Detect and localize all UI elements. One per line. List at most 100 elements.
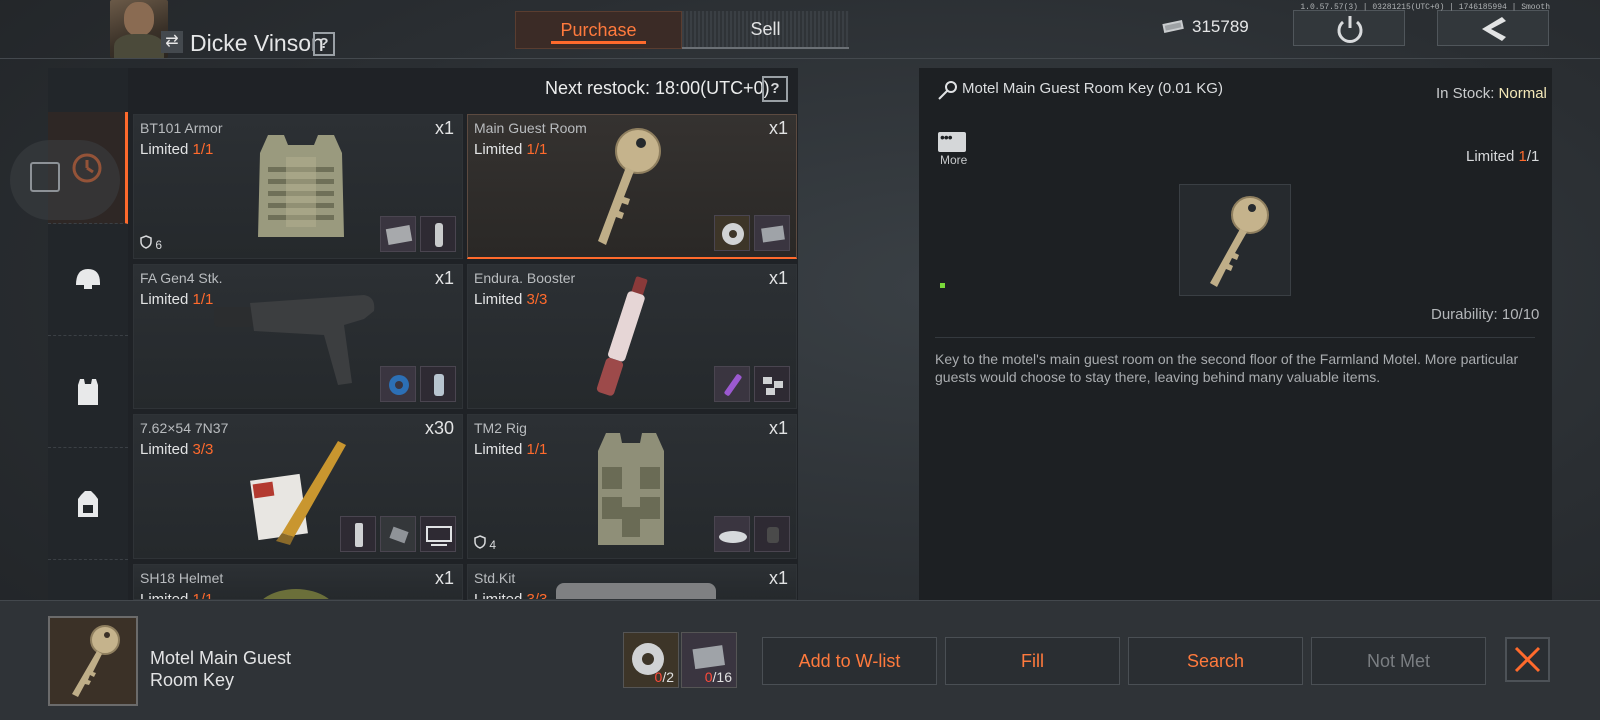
- item-limit: Limited 1/1: [140, 291, 214, 308]
- key-icon: [938, 81, 957, 100]
- detail-divider: [935, 337, 1535, 338]
- item-limit: Limited 3/3: [474, 291, 548, 308]
- item-limit: Limited 1/1: [140, 141, 214, 158]
- item-quantity: x1: [434, 568, 454, 588]
- material-slot: [754, 516, 790, 552]
- item-quantity: x1: [434, 118, 454, 138]
- material-slot: [340, 516, 376, 552]
- fabric-disc-icon: [719, 531, 747, 543]
- item-name: Main Guest Room: [474, 120, 587, 136]
- item-name: Endura. Booster: [474, 270, 576, 286]
- selected-item-name: Motel Main Guest Room Key: [150, 648, 292, 690]
- shop-item-card[interactable]: 7.62×54 7N37 Limited 3/3 x30: [133, 414, 463, 559]
- version-info: 1.0.57.57(3) | 03281215(UTC+0) | 1746185…: [1300, 3, 1550, 12]
- avatar[interactable]: [110, 0, 168, 58]
- back-button[interactable]: [1437, 10, 1549, 46]
- material-slot: [420, 516, 456, 552]
- tab-purchase[interactable]: Purchase: [515, 11, 682, 49]
- shop-item-card[interactable]: Endura. Booster Limited 3/3 x1: [467, 264, 797, 409]
- material-slot: [380, 516, 416, 552]
- item-limit: Limited 3/3: [140, 441, 214, 458]
- item-description: Key to the motel's main guest room on th…: [935, 351, 1519, 385]
- metal-scrap-icon: [389, 526, 409, 544]
- item-quantity: x1: [768, 418, 788, 438]
- item-quantity: x1: [768, 568, 788, 588]
- back-arrow-icon: [1482, 17, 1506, 41]
- item-name: SH18 Helmet: [140, 570, 224, 586]
- helmet-image: [263, 589, 329, 599]
- item-quantity: x1: [768, 118, 788, 138]
- helmet-icon: [76, 268, 100, 289]
- requirement-slot[interactable]: 0/2: [623, 632, 679, 688]
- floating-button-bg[interactable]: [10, 140, 120, 220]
- material-slot: [714, 215, 750, 251]
- metal-plate-icon: [385, 225, 413, 245]
- detail-limit: Limited 1/1: [1466, 148, 1540, 165]
- not-met-button[interactable]: Not Met: [1311, 637, 1486, 685]
- tab-sell[interactable]: Sell: [682, 11, 849, 49]
- floating-square-icon[interactable]: [30, 162, 60, 192]
- canister-icon: [435, 223, 443, 247]
- circuit-board-icon: [761, 225, 785, 243]
- requirement-count: 0/2: [654, 669, 674, 685]
- injector-image: [596, 276, 648, 396]
- shop-item-card[interactable]: Std.Kit Limited 3/3 x1: [467, 564, 797, 600]
- more-icon[interactable]: [938, 129, 966, 152]
- restock-help-button[interactable]: ?: [762, 76, 788, 102]
- add-to-wishlist-button[interactable]: Add to W-list: [762, 637, 937, 685]
- currency-balance: 315789: [1192, 17, 1249, 36]
- shield-icon: [140, 235, 152, 249]
- material-slot: [420, 366, 456, 402]
- shop-item-card[interactable]: SH18 Helmet Limited 1/1 x1: [133, 564, 463, 600]
- selected-item-thumbnail: [48, 616, 138, 706]
- power-button[interactable]: [1293, 10, 1405, 46]
- item-name: FA Gen4 Stk.: [140, 270, 223, 286]
- item-limit: Limited 1/1: [140, 591, 214, 600]
- top-divider: [0, 58, 1600, 59]
- stock-image: [214, 295, 375, 385]
- detail-title: Motel Main Guest Room Key (0.01 KG): [962, 80, 1223, 97]
- power-icon: [1337, 16, 1363, 43]
- shop-item-card[interactable]: BT101 Armor Limited 1/1 x1 6: [133, 114, 463, 259]
- status-indicator: [940, 283, 945, 288]
- tactical-rig-image: [598, 433, 664, 545]
- item-name: TM2 Rig: [474, 420, 527, 436]
- item-name: Std.Kit: [474, 570, 516, 586]
- material-slot: [754, 215, 790, 251]
- swap-character-icon[interactable]: ⇄: [161, 31, 183, 53]
- item-limit: Limited 1/1: [474, 441, 548, 458]
- avatar-head: [124, 2, 154, 36]
- requirement-slot[interactable]: 0/16: [681, 632, 737, 688]
- tape-roll-icon: [722, 223, 744, 245]
- item-name: 7.62×54 7N37: [140, 420, 229, 436]
- item-quantity: x1: [434, 268, 454, 288]
- spray-can-icon: [434, 374, 444, 396]
- pills-icon: [763, 377, 783, 395]
- item-quantity: x1: [768, 268, 788, 288]
- durability-value: Durability: 10/10: [1431, 306, 1540, 323]
- kit-bag-image: [556, 583, 716, 599]
- item-limit: Limited 3/3: [474, 591, 548, 600]
- material-slot: [714, 516, 750, 552]
- money-icon: [1162, 20, 1184, 33]
- tool-icon: [355, 523, 363, 547]
- shield-icon: [474, 535, 486, 549]
- shop-item-card[interactable]: TM2 Rig Limited 1/1 x1 4: [467, 414, 797, 559]
- material-slot: [380, 366, 416, 402]
- shop-item-card-selected[interactable]: Main Guest Room Limited 1/1 x1: [467, 114, 797, 259]
- player-help-button[interactable]: ?: [313, 32, 335, 56]
- item-name: BT101 Armor: [140, 120, 223, 136]
- fill-button[interactable]: Fill: [945, 637, 1120, 685]
- category-rigs[interactable]: [48, 448, 128, 560]
- category-helmets[interactable]: [48, 224, 128, 336]
- category-armor[interactable]: [48, 336, 128, 448]
- search-button[interactable]: Search: [1128, 637, 1303, 685]
- top-bar: ⇄ Dicke Vinson ? Purchase Sell 315789 1.…: [0, 0, 1600, 60]
- key-image: [1210, 196, 1269, 287]
- close-button[interactable]: [1505, 637, 1550, 682]
- display-panel-icon: [426, 526, 452, 546]
- shop-item-card[interactable]: FA Gen4 Stk. Limited 1/1 x1: [133, 264, 463, 409]
- player-name: Dicke Vinson: [190, 30, 324, 56]
- more-label[interactable]: More: [940, 153, 967, 167]
- avatar-body: [114, 34, 164, 58]
